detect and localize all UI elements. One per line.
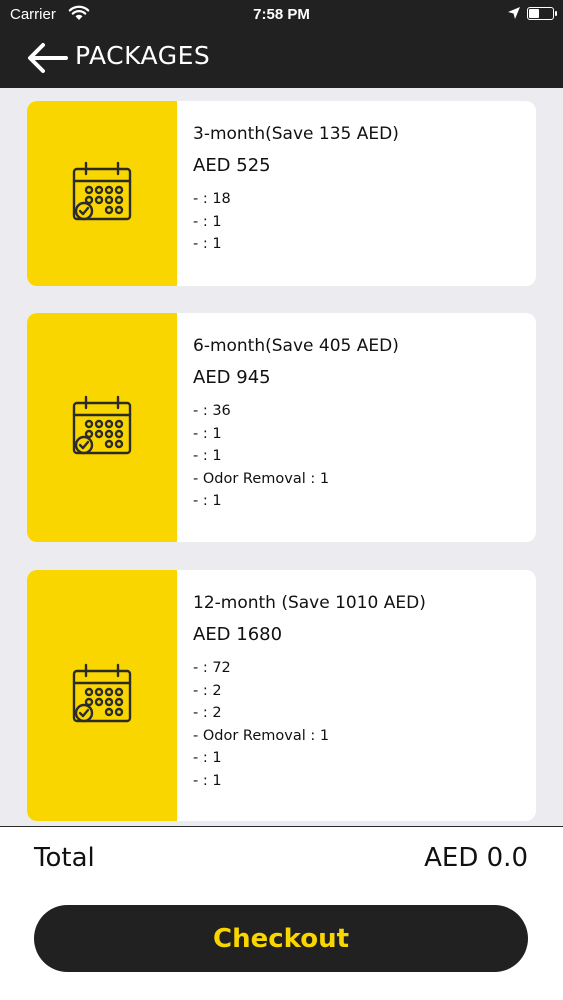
package-name: 12-month (Save 1010 AED) xyxy=(193,593,426,613)
location-arrow-icon xyxy=(507,6,521,24)
calendar-check-icon xyxy=(70,160,134,228)
feature-item: - : 36 xyxy=(193,403,231,419)
package-name: 3-month(Save 135 AED) xyxy=(193,124,399,144)
app-header: Carrier 7:58 PM PACKAGES xyxy=(0,0,563,88)
feature-item: - : 1 xyxy=(193,493,222,509)
package-card-12-month[interactable]: 12-month (Save 1010 AED) AED 1680 - : 72… xyxy=(27,570,536,821)
feature-item: - : 18 xyxy=(193,191,231,207)
feature-item: - : 1 xyxy=(193,236,222,252)
package-features: - : 72 - : 2 - : 2 - Odor Removal : 1 - … xyxy=(193,657,526,792)
feature-item: - : 1 xyxy=(193,425,222,442)
calendar-check-icon xyxy=(70,394,134,462)
package-icon-panel xyxy=(27,570,177,821)
package-icon-panel xyxy=(27,313,177,542)
back-arrow-icon[interactable] xyxy=(26,41,68,75)
feature-item: - Odor Removal : 1 xyxy=(193,470,330,487)
status-bar: Carrier 7:58 PM xyxy=(0,0,563,30)
feature-item: - : 2 xyxy=(193,682,222,699)
feature-item: - : 2 xyxy=(193,705,222,721)
package-name: 6-month(Save 405 AED) xyxy=(193,336,399,356)
package-card-6-month[interactable]: 6-month(Save 405 AED) AED 945 - : 36 - :… xyxy=(27,313,536,542)
battery-icon xyxy=(527,7,557,20)
package-price: AED 1680 xyxy=(193,624,283,645)
checkout-button-label: Checkout xyxy=(212,923,350,954)
feature-item: - : 1 xyxy=(193,750,222,766)
package-icon-panel xyxy=(27,101,177,286)
total-value: AED 0.0 xyxy=(424,843,528,873)
package-features: - : 36 - : 1 - : 1 - Odor Removal : 1 - … xyxy=(193,400,526,513)
feature-item: - : 72 xyxy=(193,660,231,676)
total-label: Total xyxy=(34,843,95,873)
status-time: 7:58 PM xyxy=(253,6,310,23)
package-features: - : 18 - : 1 - : 1 xyxy=(193,188,526,256)
nav-bar: PACKAGES xyxy=(0,38,563,78)
feature-item: - : 1 xyxy=(193,213,222,230)
calendar-check-icon xyxy=(70,662,134,730)
feature-item: - : 1 xyxy=(193,448,222,464)
packages-list[interactable]: 3-month(Save 135 AED) AED 525 - : 18 - :… xyxy=(0,88,563,826)
package-card-3-month[interactable]: 3-month(Save 135 AED) AED 525 - : 18 - :… xyxy=(27,101,536,286)
package-price: AED 525 xyxy=(193,155,271,176)
package-price: AED 945 xyxy=(193,367,271,388)
feature-item: - : 1 xyxy=(193,772,222,789)
page-title: PACKAGES xyxy=(75,41,211,70)
checkout-footer: Total AED 0.0 Checkout xyxy=(0,826,563,1000)
checkout-button[interactable]: Checkout xyxy=(34,905,528,972)
feature-item: - Odor Removal : 1 xyxy=(193,727,330,744)
